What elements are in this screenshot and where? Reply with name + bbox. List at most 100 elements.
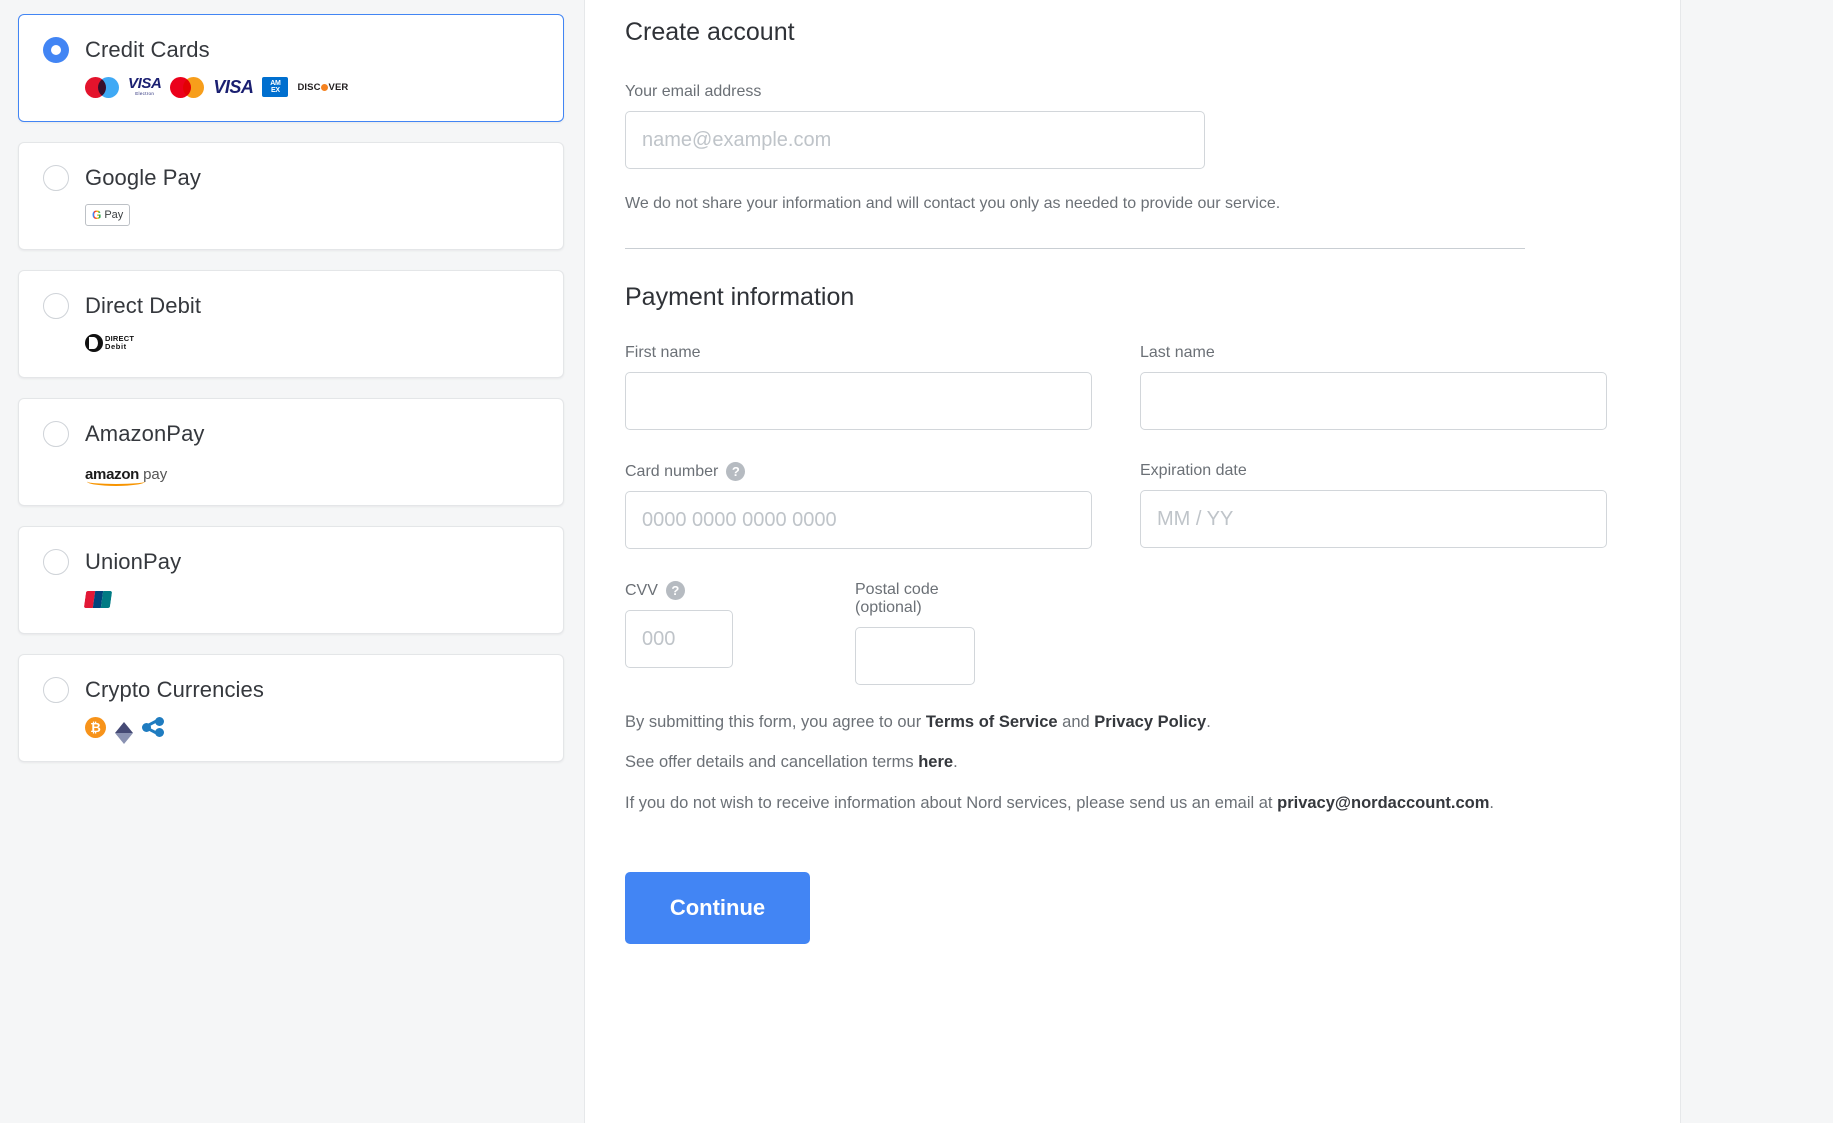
radio-credit-cards[interactable] — [43, 37, 69, 63]
payment-method-list: Credit Cards VISA Electron VISA AM EX DI… — [18, 14, 564, 782]
postal-code-label: Postal code (optional) — [855, 581, 939, 616]
postal-code-group: Postal code (optional) — [855, 581, 975, 685]
legal-line3-suffix: . — [1489, 793, 1495, 812]
first-name-input[interactable] — [625, 372, 1092, 430]
radio-direct-debit[interactable] — [43, 293, 69, 319]
postal-code-input[interactable] — [855, 627, 975, 685]
privacy-email-link[interactable]: privacy@nordaccount.com — [1277, 794, 1489, 812]
amazonpay-pay-text: pay — [143, 466, 168, 483]
email-field-group: Your email address — [625, 83, 1525, 169]
payment-method-amazon-pay[interactable]: AmazonPay amazon pay — [18, 398, 564, 506]
last-name-input[interactable] — [1140, 372, 1607, 430]
amazonpay-icon: amazon pay — [85, 460, 168, 486]
radio-google-pay[interactable] — [43, 165, 69, 191]
card-fields-row: Card number ? Expiration date — [625, 462, 1607, 549]
visa-electron-sub: Electron — [135, 91, 155, 96]
bitcoin-icon: ₿ — [85, 716, 106, 738]
brand-row-crypto-currencies: ₿ — [85, 715, 539, 744]
gpay-pay-text: Pay — [104, 209, 124, 221]
payment-method-credit-cards[interactable]: Credit Cards VISA Electron VISA AM EX DI… — [18, 14, 564, 122]
payment-method-unionpay[interactable]: UnionPay — [18, 526, 564, 634]
first-name-group: First name — [625, 344, 1092, 430]
ripple-icon — [142, 717, 164, 737]
direct-debit-line2: Debit — [105, 342, 127, 351]
cvv-group: CVV ? — [625, 581, 733, 685]
brand-row-unionpay — [83, 587, 539, 611]
legal-line1-prefix: By submitting this form, you agree to ou… — [625, 713, 926, 731]
method-head: Google Pay — [43, 165, 539, 191]
legal-line1-suffix: . — [1206, 713, 1211, 731]
method-label-direct-debit: Direct Debit — [85, 293, 202, 318]
method-head: Credit Cards — [43, 37, 539, 63]
section-divider — [625, 248, 1525, 249]
method-label-google-pay: Google Pay — [85, 165, 201, 190]
legal-offer-line: See offer details and cancellation terms… — [625, 751, 1525, 773]
brand-row-amazon-pay: amazon pay — [85, 459, 539, 486]
name-fields-row: First name Last name — [625, 344, 1607, 430]
visa-electron-icon: VISA Electron — [128, 75, 162, 98]
terms-of-service-link[interactable]: Terms of Service — [926, 713, 1058, 731]
method-label-amazon-pay: AmazonPay — [85, 421, 205, 446]
brand-row-google-pay: G Pay — [85, 203, 539, 227]
legal-terms-line: By submitting this form, you agree to ou… — [625, 711, 1525, 733]
direct-debit-icon: DIRECT Debit — [85, 332, 134, 354]
checkout-page: Credit Cards VISA Electron VISA AM EX DI… — [0, 0, 1833, 1123]
mastercard-icon — [170, 76, 205, 98]
page-title: Create account — [625, 18, 795, 46]
cvv-label: CVV ? — [625, 581, 733, 600]
payment-information-title: Payment information — [625, 283, 855, 311]
radio-amazon-pay[interactable] — [43, 421, 69, 447]
card-number-help-icon[interactable]: ? — [726, 462, 746, 481]
expiration-date-label: Expiration date — [1140, 462, 1247, 479]
method-head: AmazonPay — [43, 421, 539, 447]
email-input[interactable] — [625, 111, 1205, 169]
google-g-icon: G — [92, 208, 102, 222]
privacy-note: We do not share your information and wil… — [625, 195, 1281, 212]
radio-unionpay[interactable] — [43, 549, 69, 575]
expiration-date-group: Expiration date — [1140, 462, 1607, 549]
cvv-label-text: CVV — [625, 581, 658, 599]
visa-icon: VISA — [213, 76, 254, 97]
method-head: Crypto Currencies — [43, 677, 539, 703]
card-number-group: Card number ? — [625, 462, 1092, 549]
legal-line2-prefix: See offer details and cancellation terms — [625, 753, 919, 772]
method-label-credit-cards: Credit Cards — [85, 37, 210, 62]
offer-details-link[interactable]: here — [918, 753, 953, 771]
amex-line1: AM — [270, 79, 281, 87]
privacy-policy-link[interactable]: Privacy Policy — [1094, 713, 1206, 731]
cvv-help-icon[interactable]: ? — [665, 581, 685, 600]
expiration-date-input[interactable] — [1140, 490, 1607, 548]
radio-crypto-currencies[interactable] — [43, 677, 69, 703]
brand-row-direct-debit: DIRECT Debit — [85, 331, 539, 355]
visa-electron-wordmark: VISA — [128, 75, 162, 92]
legal-line2-suffix: . — [953, 753, 958, 772]
payment-method-google-pay[interactable]: Google Pay G Pay — [18, 142, 564, 250]
amazon-wordmark: amazon — [85, 466, 140, 483]
card-number-input[interactable] — [625, 491, 1092, 549]
legal-optout-line: If you do not wish to receive informatio… — [625, 792, 1525, 814]
unionpay-icon — [83, 588, 113, 610]
continue-button[interactable]: Continue — [625, 872, 810, 945]
first-name-label: First name — [625, 344, 701, 361]
payment-method-crypto-currencies[interactable]: Crypto Currencies ₿ — [18, 654, 564, 762]
discover-icon: DISC VER — [297, 81, 349, 93]
method-head: Direct Debit — [43, 293, 539, 319]
last-name-group: Last name — [1140, 344, 1607, 430]
checkout-form-panel: Create account Your email address We do … — [584, 0, 1681, 1123]
maestro-icon — [85, 76, 119, 98]
amex-icon: AM EX — [262, 76, 289, 98]
method-label-unionpay: UnionPay — [85, 549, 182, 574]
amex-line2: EX — [270, 87, 280, 94]
card-number-label-text: Card number — [625, 462, 719, 480]
legal-line3-prefix: If you do not wish to receive informatio… — [625, 793, 1278, 812]
cvv-input[interactable] — [625, 610, 733, 668]
payment-method-direct-debit[interactable]: Direct Debit DIRECT Debit — [18, 270, 564, 378]
method-head: UnionPay — [43, 549, 539, 575]
cvv-postal-row: CVV ? Postal code (optional) — [625, 581, 1525, 685]
method-label-crypto-currencies: Crypto Currencies — [85, 677, 264, 702]
ethereum-icon — [115, 721, 133, 744]
email-label: Your email address — [625, 83, 762, 100]
last-name-label: Last name — [1140, 344, 1215, 361]
card-number-label: Card number ? — [625, 462, 1092, 481]
brand-row-credit-cards: VISA Electron VISA AM EX DISC VER — [85, 75, 539, 99]
